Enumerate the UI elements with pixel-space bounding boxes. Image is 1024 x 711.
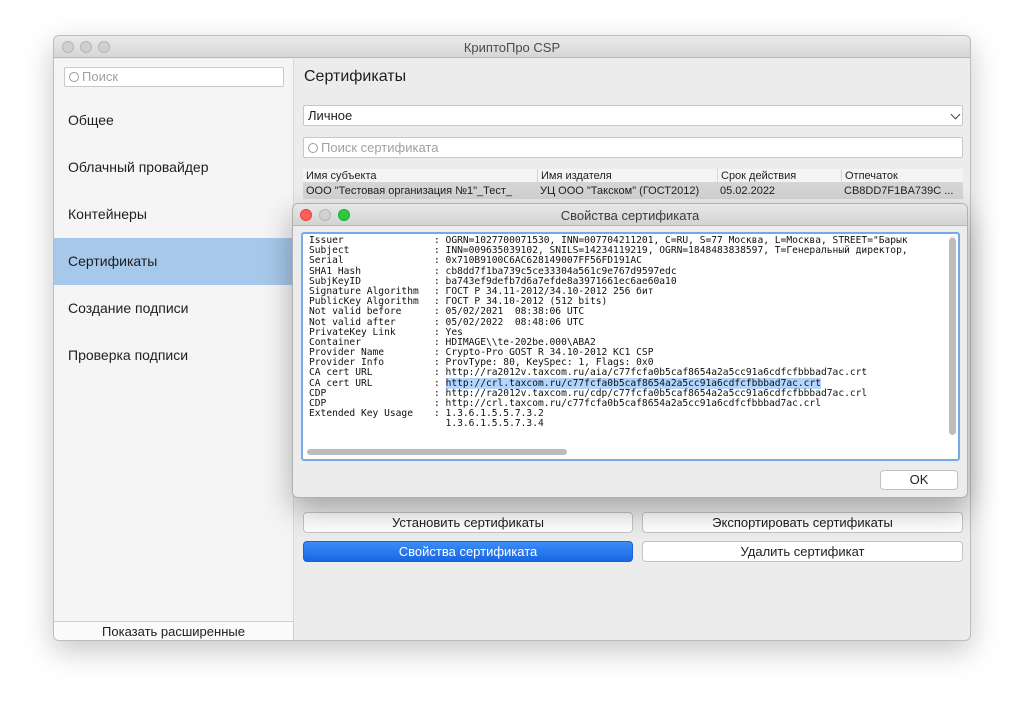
cell-thumbprint: CB8DD7F1BA739C ... xyxy=(844,185,954,197)
field-key: CDP xyxy=(309,387,327,399)
field-key: Not valid before xyxy=(309,306,402,318)
show-advanced-button[interactable]: Показать расширенные xyxy=(54,621,294,640)
field-key: CA cert URL xyxy=(309,377,373,389)
search-icon xyxy=(308,143,318,153)
column-header-issuer[interactable]: Имя издателя xyxy=(537,169,717,183)
certificate-details-text[interactable]: Issuer: OGRN=1027700071530, INN=00770421… xyxy=(301,232,960,461)
horizontal-scrollbar[interactable] xyxy=(307,449,567,455)
sidebar-item-general[interactable]: Общее xyxy=(54,97,294,144)
column-header-thumbprint[interactable]: Отпечаток xyxy=(841,169,963,183)
certificate-store-value: Личное xyxy=(308,108,353,123)
certificate-field-row: Not valid after: 05/02/2022 08:48:06 UTC xyxy=(309,317,908,328)
column-header-valid-until[interactable]: Срок действия xyxy=(717,169,841,183)
field-key: Extended Key Usage xyxy=(309,408,413,420)
certificate-properties-dialog: Свойства сертификата Issuer: OGRN=102770… xyxy=(292,203,968,498)
certificate-field-row: Extended Key Usage: 1.3.6.1.5.5.7.3.2 xyxy=(309,408,908,420)
sidebar-item-verify-signature[interactable]: Проверка подписи xyxy=(54,332,294,379)
certificate-field-row: 1.3.6.1.5.5.7.3.4 xyxy=(309,419,908,429)
sidebar-search-placeholder: Поиск xyxy=(82,69,119,84)
certificate-store-select[interactable]: Личное xyxy=(303,105,963,126)
ok-button[interactable]: OK xyxy=(880,470,958,490)
sidebar-item-containers[interactable]: Контейнеры xyxy=(54,191,294,238)
cell-valid-until: 05.02.2022 xyxy=(720,185,776,197)
dialog-titlebar: Свойства сертификата xyxy=(293,204,967,226)
vertical-scrollbar[interactable] xyxy=(949,238,956,435)
sidebar: Поиск Общее Облачный провайдер Контейнер… xyxy=(54,59,294,640)
table-header: Имя субъекта Имя издателя Срок действия … xyxy=(303,169,963,183)
window-titlebar: КриптоПро CSP xyxy=(54,36,970,58)
install-certificates-button[interactable]: Установить сертификаты xyxy=(303,512,633,533)
certificate-field-row: PrivateKey Link: Yes xyxy=(309,327,908,338)
delete-certificate-button[interactable]: Удалить сертификат xyxy=(642,541,963,562)
cell-subject: ООО "Тестовая организация №1"_Тест_ xyxy=(306,185,513,197)
sidebar-item-certificates[interactable]: Сертификаты xyxy=(54,238,294,285)
field-value: 1.3.6.1.5.5.7.3.4 xyxy=(434,418,544,430)
search-icon xyxy=(69,72,79,82)
table-row[interactable]: ООО "Тестовая организация №1"_Тест_ УЦ О… xyxy=(303,183,963,199)
certificate-fields: Issuer: OGRN=1027700071530, INN=00770421… xyxy=(309,235,908,430)
export-certificates-button[interactable]: Экспортировать сертификаты xyxy=(642,512,963,533)
sidebar-item-cloud-provider[interactable]: Облачный провайдер xyxy=(54,144,294,191)
certificate-search-input[interactable]: Поиск сертификата xyxy=(303,137,963,158)
dialog-title: Свойства сертификата xyxy=(560,208,700,223)
cell-issuer: УЦ ООО "Такском" (ГОСТ2012) xyxy=(540,185,700,197)
sidebar-search-input[interactable]: Поиск xyxy=(64,67,284,87)
page-title: Сертификаты xyxy=(304,68,407,85)
sidebar-item-create-signature[interactable]: Создание подписи xyxy=(54,285,294,332)
certificates-table: Имя субъекта Имя издателя Срок действия … xyxy=(303,169,963,199)
column-header-subject[interactable]: Имя субъекта xyxy=(303,169,537,183)
field-value: : http://ra2012v.taxcom.ru/aia/c77fcfa0b… xyxy=(434,367,868,379)
window-title: КриптоПро CSP xyxy=(463,40,561,55)
certificate-search-placeholder: Поиск сертификата xyxy=(321,140,439,155)
certificate-field-row: Not valid before: 05/02/2021 08:38:06 UT… xyxy=(309,307,908,317)
chevron-down-icon xyxy=(950,109,961,120)
certificate-properties-button[interactable]: Свойства сертификата xyxy=(303,541,633,562)
